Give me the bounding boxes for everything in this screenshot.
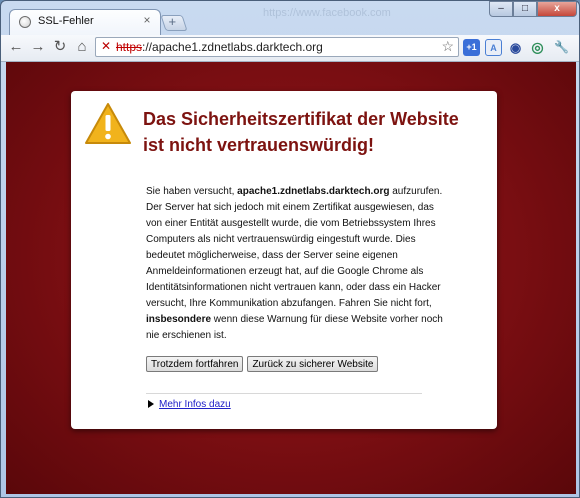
text-part-1: Sie haben versucht, xyxy=(146,186,238,197)
new-tab-button[interactable]: + xyxy=(160,14,188,31)
forward-arrow-icon[interactable]: → xyxy=(29,38,47,56)
tab-title: SSL-Fehler xyxy=(38,15,94,27)
translate-extension[interactable]: A xyxy=(485,39,502,56)
maximize-button[interactable]: □ xyxy=(513,1,537,17)
url-text: https://apache1.zdnetlabs.darktech.org xyxy=(116,40,323,54)
broken-lock-icon[interactable]: ✕ xyxy=(101,40,113,53)
eye-extension[interactable]: ◎ xyxy=(529,39,546,56)
page-title: Das Sicherheitszertifikat der Website is… xyxy=(143,109,459,155)
home-icon[interactable]: ⌂ xyxy=(73,38,91,56)
divider xyxy=(146,393,422,394)
more-info-link[interactable]: Mehr Infos dazu xyxy=(159,399,231,410)
host-name: apache1.zdnetlabs.darktech.org xyxy=(237,186,390,197)
page-content: Das Sicherheitszertifikat der Website is… xyxy=(6,62,576,494)
reload-icon[interactable]: ↻ xyxy=(51,38,69,56)
close-icon[interactable]: × xyxy=(140,13,154,27)
background-url-text: https://www.facebook.com xyxy=(263,7,391,19)
close-window-button[interactable]: x xyxy=(537,1,577,17)
url-protocol: https xyxy=(116,40,143,54)
wrench-icon[interactable]: 🔧 xyxy=(553,39,570,56)
plus-one-extension[interactable]: +1 xyxy=(463,39,480,56)
emphasis-word: insbesondere xyxy=(146,314,212,325)
back-to-safety-button[interactable]: Zurück zu sicherer Website xyxy=(247,356,379,372)
toolbar: ← → ↻ ⌂ ✕ https://apache1.zdnetlabs.dark… xyxy=(1,35,579,62)
address-bar[interactable]: ✕ https://apache1.zdnetlabs.darktech.org… xyxy=(95,37,459,57)
tab-strip: SSL-Fehler × + https://www.facebook.com … xyxy=(1,1,579,35)
browser-window: SSL-Fehler × + https://www.facebook.com … xyxy=(0,0,580,498)
url-host: ://apache1.zdnetlabs.darktech.org xyxy=(142,40,323,54)
page-icon xyxy=(19,16,31,28)
star-icon[interactable]: ☆ xyxy=(441,38,454,55)
button-row: Trotzdem fortfahren Zurück zu sicherer We… xyxy=(146,354,382,372)
minimize-button[interactable]: – xyxy=(489,1,513,17)
text-part-2: aufzurufen. Der Server hat sich jedoch m… xyxy=(146,186,443,309)
proceed-anyway-button[interactable]: Trotzdem fortfahren xyxy=(146,356,244,372)
warning-card: Das Sicherheitszertifikat der Website is… xyxy=(71,91,497,429)
plus-icon: + xyxy=(168,14,177,29)
expand-triangle-icon[interactable] xyxy=(148,400,154,409)
shield-extension[interactable]: ◉ xyxy=(507,39,524,56)
back-arrow-icon[interactable]: ← xyxy=(7,38,25,56)
tab-ssl-error[interactable]: SSL-Fehler × xyxy=(9,9,161,35)
more-info: Mehr Infos dazu xyxy=(148,399,231,410)
window-controls: – □ x xyxy=(489,1,577,17)
explanation-text: Sie haben versucht, apache1.zdnetlabs.da… xyxy=(146,184,446,344)
warning-icon xyxy=(85,103,131,144)
